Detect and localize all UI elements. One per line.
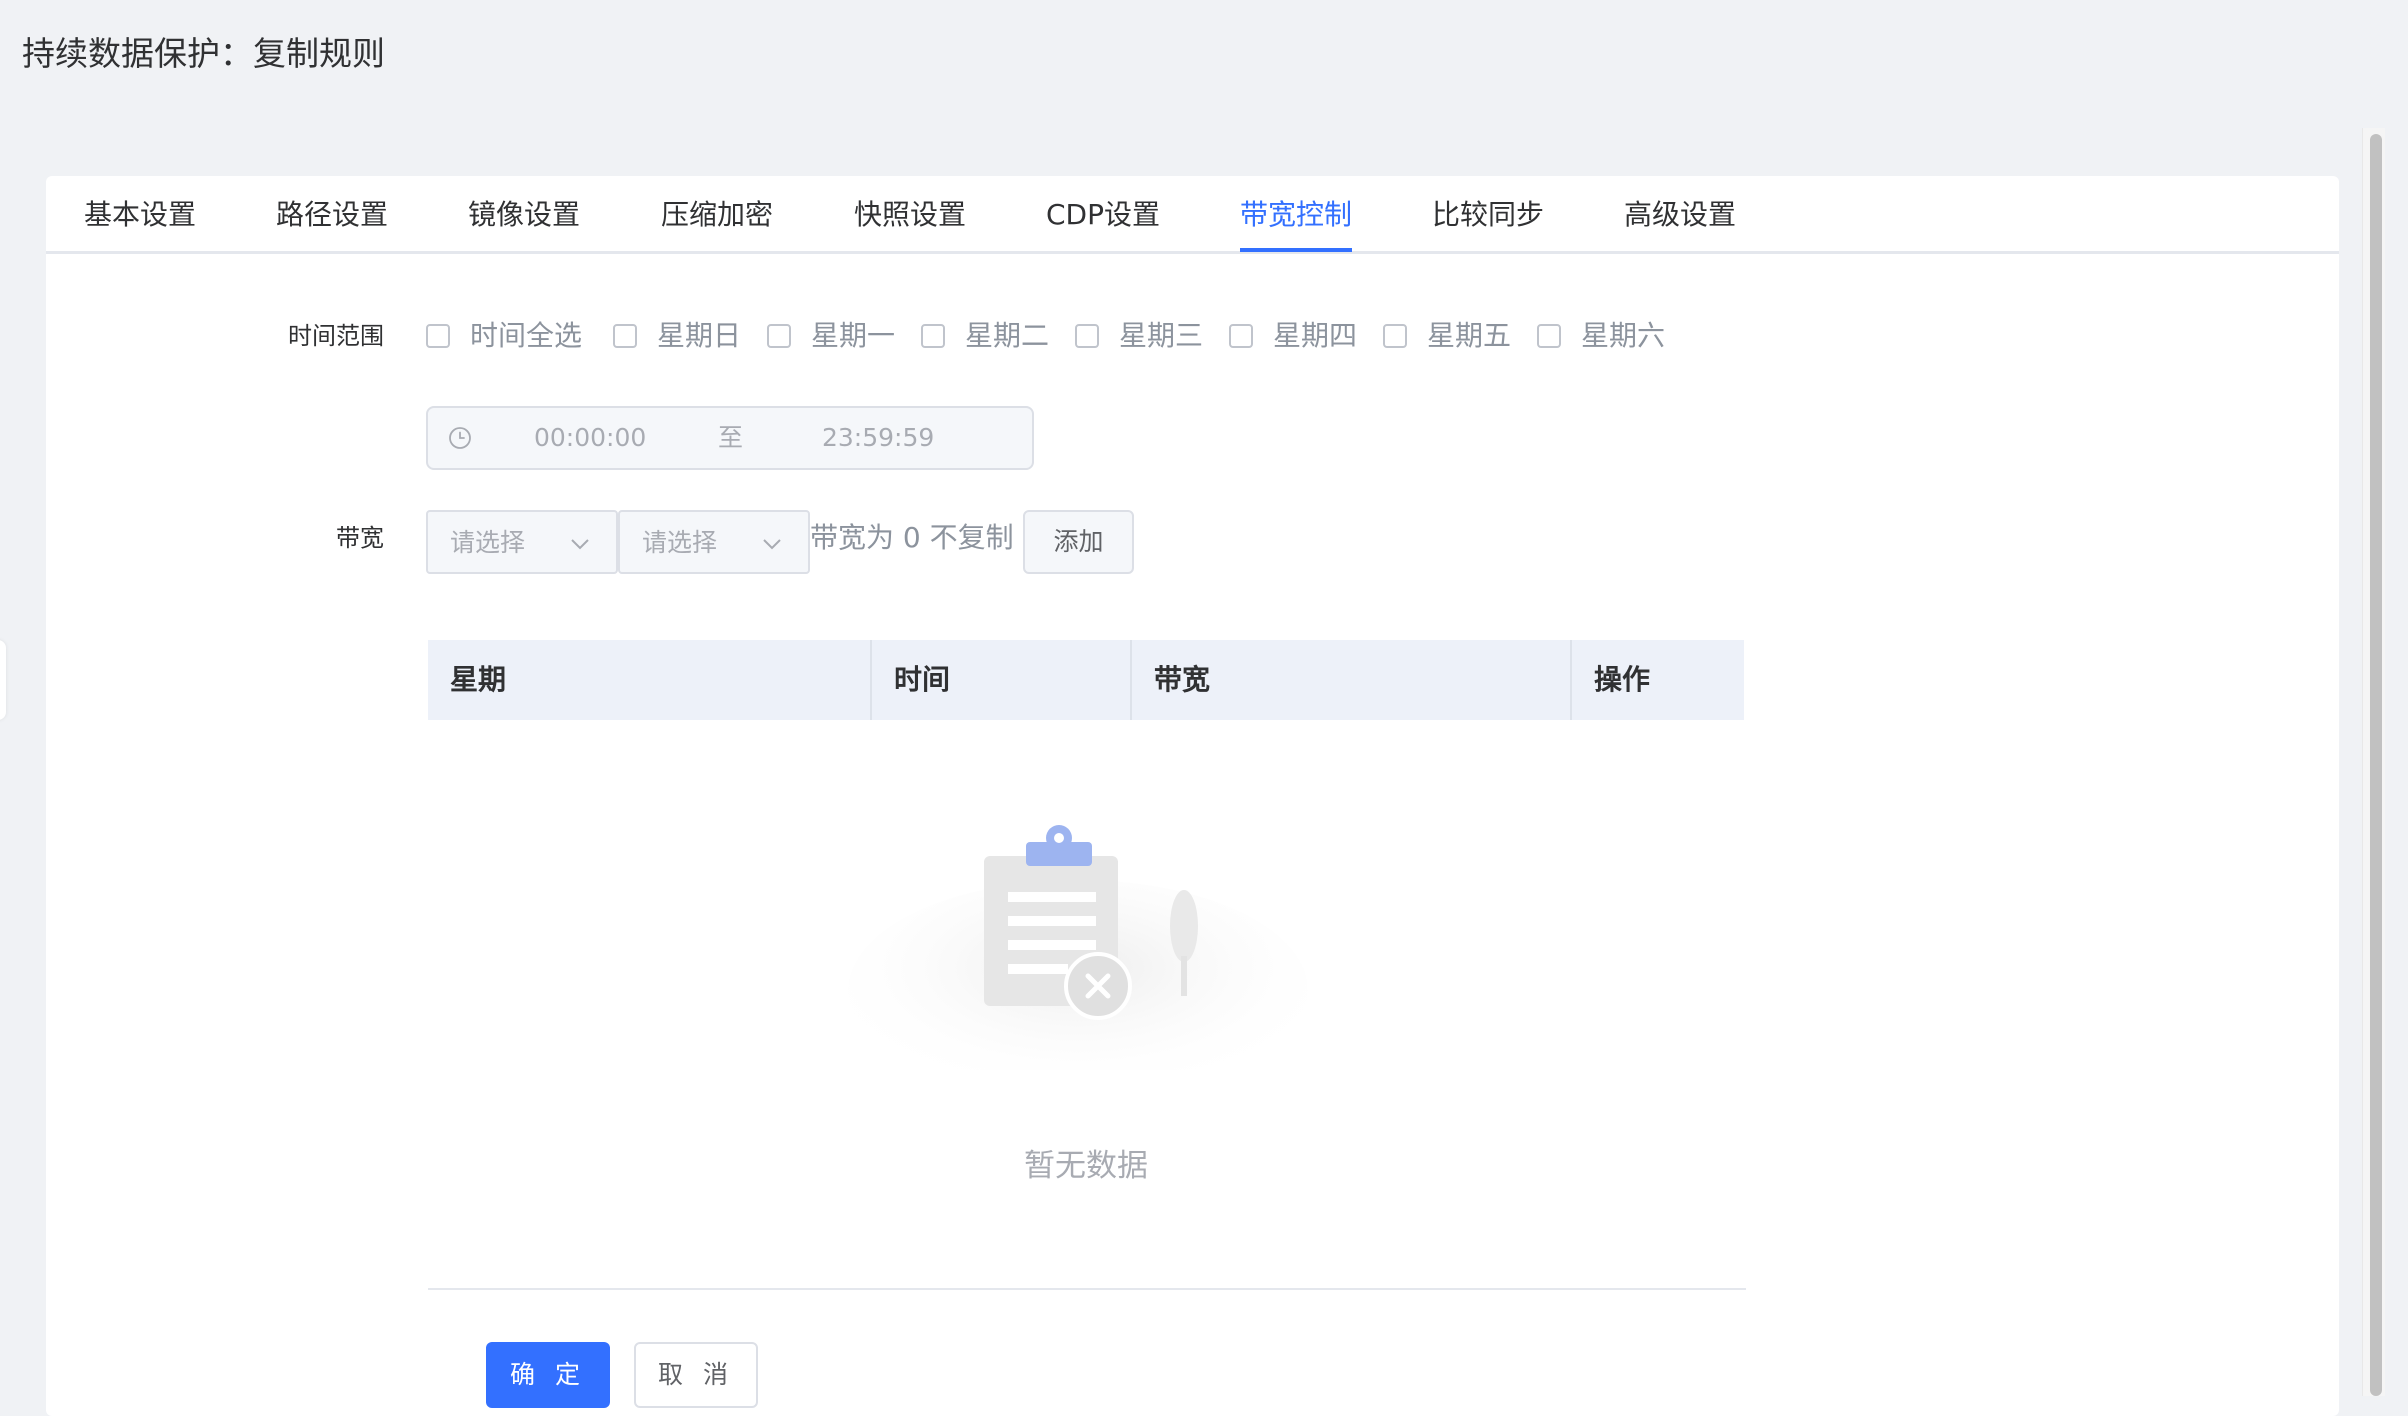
confirm-button[interactable]: 确 定: [486, 1342, 610, 1408]
tab-basic-settings[interactable]: 基本设置: [84, 194, 196, 236]
bandwidth-hint: 带宽为 0 不复制: [810, 521, 1014, 554]
checkbox-saturday[interactable]: 星期六: [1537, 316, 1665, 356]
bandwidth-value-select[interactable]: 请选择: [426, 510, 618, 574]
checkbox-thursday[interactable]: 星期四: [1229, 316, 1357, 356]
tab-snapshot-settings[interactable]: 快照设置: [854, 194, 966, 236]
tab-bandwidth-control[interactable]: 带宽控制: [1240, 194, 1352, 236]
add-button[interactable]: 添加: [1023, 510, 1134, 574]
checkbox-box[interactable]: [1229, 324, 1253, 348]
column-header-actions: 操作: [1570, 640, 1744, 720]
checkbox-tuesday[interactable]: 星期二: [921, 316, 1049, 356]
checkbox-sunday[interactable]: 星期日: [613, 316, 741, 356]
tab-compare-sync[interactable]: 比较同步: [1432, 194, 1544, 236]
chevron-down-icon: [763, 539, 781, 550]
bandwidth-schedule-table: 星期 时间 带宽 操作 暂无数据: [428, 640, 1746, 1290]
column-header-time: 时间: [870, 640, 1130, 720]
active-tab-indicator: [1240, 248, 1352, 252]
chevron-down-icon: [571, 539, 589, 550]
side-collapse-handle[interactable]: [0, 640, 6, 720]
table-header: 星期 时间 带宽 操作: [428, 640, 1744, 720]
tab-bar: 基本设置 路径设置 镜像设置 压缩加密 快照设置 CDP设置 带宽控制 比较同步…: [46, 176, 2339, 254]
tab-path-settings[interactable]: 路径设置: [276, 194, 388, 236]
checkbox-label: 星期二: [965, 319, 1050, 352]
empty-data-text: 暂无数据: [1024, 1148, 1148, 1184]
time-range-separator: 至: [718, 423, 744, 452]
checkbox-label: 星期日: [657, 319, 742, 352]
column-header-bandwidth: 带宽: [1130, 640, 1570, 720]
checkbox-box[interactable]: [1075, 324, 1099, 348]
clock-icon: [449, 427, 471, 449]
checkbox-wednesday[interactable]: 星期三: [1075, 316, 1203, 356]
bandwidth-unit-select[interactable]: 请选择: [618, 510, 810, 574]
checkbox-label: 时间全选: [470, 319, 583, 352]
checkbox-label: 星期六: [1581, 319, 1666, 352]
time-start[interactable]: 00:00:00: [534, 422, 646, 454]
checkbox-box[interactable]: [1537, 324, 1561, 348]
column-header-weekday: 星期: [450, 663, 507, 696]
tab-advanced-settings[interactable]: 高级设置: [1624, 194, 1736, 236]
tab-compression-encryption[interactable]: 压缩加密: [661, 194, 773, 236]
rule-panel: 基本设置 路径设置 镜像设置 压缩加密 快照设置 CDP设置 带宽控制 比较同步…: [46, 176, 2339, 1416]
checkbox-box[interactable]: [921, 324, 945, 348]
checkbox-select-all-days[interactable]: 时间全选: [426, 316, 582, 356]
page-title: 持续数据保护：复制规则: [22, 34, 385, 73]
checkbox-label: 星期一: [811, 319, 896, 352]
checkbox-monday[interactable]: 星期一: [767, 316, 895, 356]
checkbox-label: 星期三: [1119, 319, 1204, 352]
select-placeholder: 请选择: [450, 528, 526, 557]
checkbox-label: 星期五: [1427, 319, 1512, 352]
select-placeholder: 请选择: [642, 528, 718, 557]
checkbox-box[interactable]: [426, 324, 450, 348]
checkbox-friday[interactable]: 星期五: [1383, 316, 1511, 356]
bandwidth-label: 带宽: [336, 524, 384, 552]
checkbox-box[interactable]: [1383, 324, 1407, 348]
cancel-button[interactable]: 取 消: [634, 1342, 758, 1408]
table-divider: [428, 1288, 1746, 1290]
time-range-label: 时间范围: [288, 322, 384, 350]
checkbox-box[interactable]: [613, 324, 637, 348]
empty-data-icon: [848, 825, 1308, 1070]
tab-cdp-settings[interactable]: CDP设置: [1046, 194, 1160, 236]
checkbox-label: 星期四: [1273, 319, 1358, 352]
tab-mirror-settings[interactable]: 镜像设置: [468, 194, 580, 236]
time-range-picker[interactable]: 00:00:00 至 23:59:59: [426, 406, 1034, 470]
checkbox-box[interactable]: [767, 324, 791, 348]
time-end[interactable]: 23:59:59: [822, 422, 934, 454]
scrollbar-thumb[interactable]: [2370, 134, 2382, 1396]
